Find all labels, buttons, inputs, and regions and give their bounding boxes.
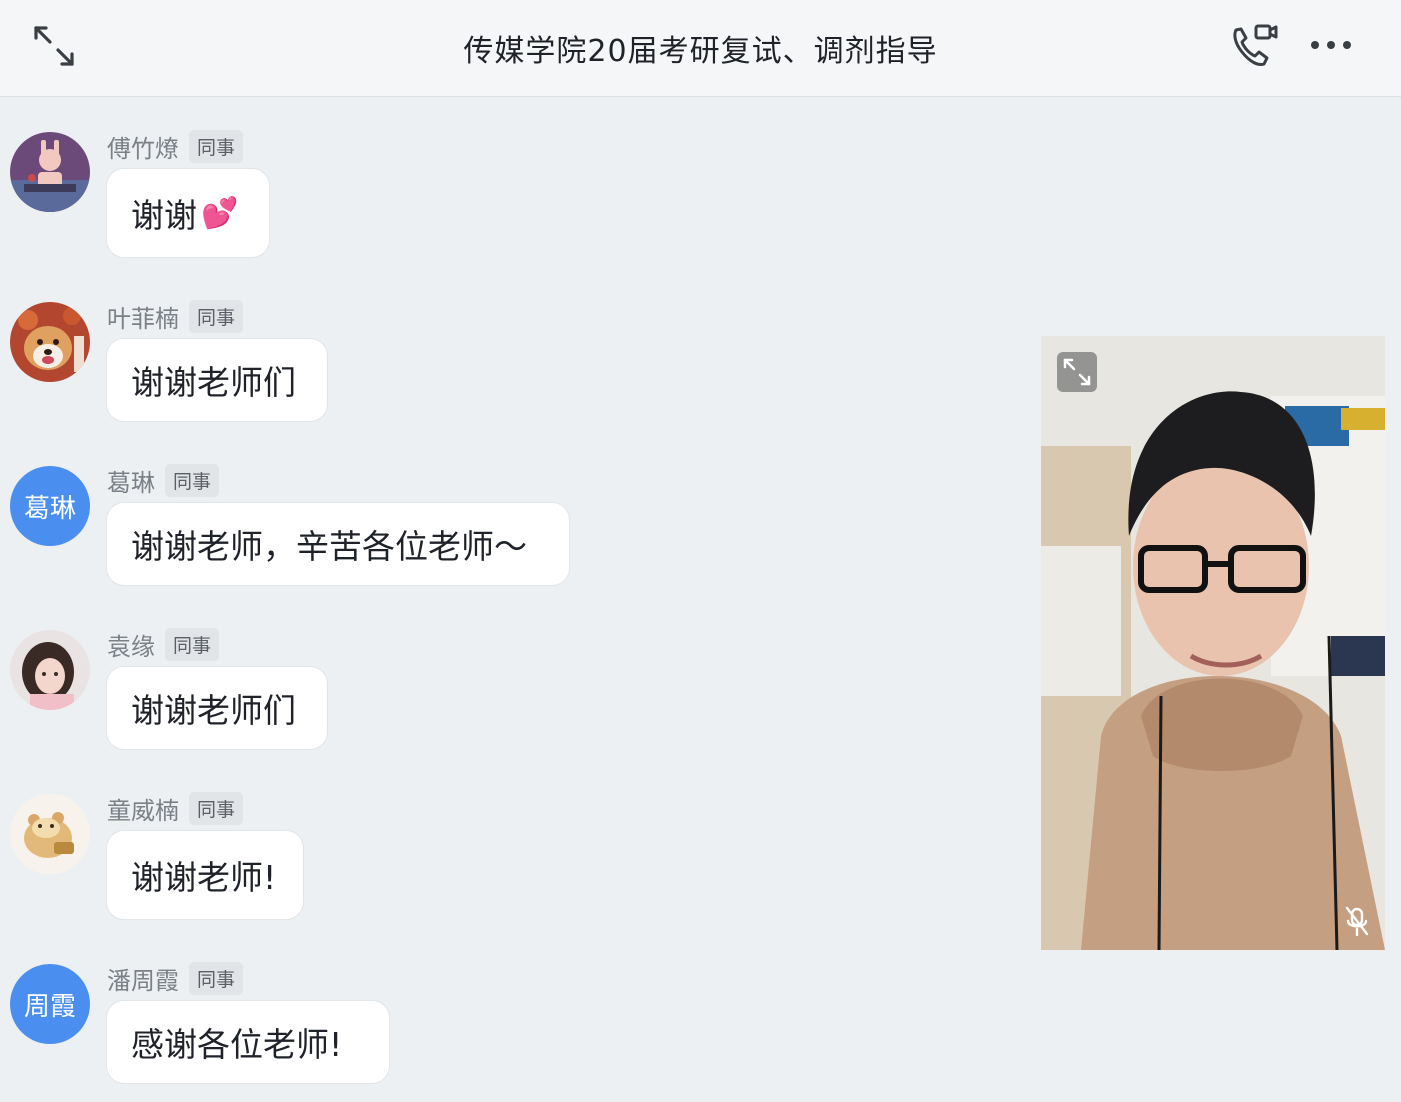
colleague-tag: 同事 xyxy=(165,463,220,497)
colleague-tag: 同事 xyxy=(189,299,244,333)
colleague-tag: 同事 xyxy=(189,129,244,163)
hamster-avatar[interactable] xyxy=(10,794,90,874)
message-text: 谢谢 xyxy=(131,196,197,235)
hearts-emoji: 💕 xyxy=(201,195,239,231)
chat-title: 传媒学院20届考研复试、调剂指导 xyxy=(463,34,938,69)
message-bubble[interactable]: 谢谢 💕 xyxy=(106,168,270,258)
dog-avatar[interactable] xyxy=(10,302,90,382)
chat-header: 传媒学院20届考研复试、调剂指导 xyxy=(0,0,1401,97)
mic-status xyxy=(1345,906,1369,938)
phone-video-call-icon xyxy=(1233,24,1278,66)
text-avatar[interactable]: 周霞 xyxy=(10,964,90,1044)
colleague-tag: 同事 xyxy=(165,627,220,661)
video-expand-button[interactable] xyxy=(1057,352,1097,392)
avatar-text: 葛琳 xyxy=(23,493,76,524)
sender-name: 傅竹燎 xyxy=(107,134,179,163)
message-bubble[interactable]: 谢谢老师! xyxy=(106,830,304,920)
message-text: 谢谢老师们 xyxy=(131,691,296,730)
colleague-tag: 同事 xyxy=(189,961,244,995)
message-text: 谢谢老师! xyxy=(131,858,277,897)
message-bubble[interactable]: 谢谢老师们 xyxy=(106,666,328,750)
avatar-text: 周霞 xyxy=(23,991,76,1022)
mic-muted-icon xyxy=(1345,906,1369,937)
illustration-avatar[interactable] xyxy=(10,132,90,212)
message-text: 谢谢老师，辛苦各位老师～ xyxy=(131,527,527,566)
video-call-button[interactable] xyxy=(1226,20,1282,72)
sender-name: 袁缘 xyxy=(107,632,155,661)
text-avatar[interactable]: 葛琳 xyxy=(10,466,90,546)
message-text: 谢谢老师们 xyxy=(131,363,296,402)
sender-name: 叶菲楠 xyxy=(107,304,179,333)
message-bubble[interactable]: 谢谢老师们 xyxy=(106,338,328,422)
video-call-window[interactable] xyxy=(1041,336,1385,950)
sender-name: 葛琳 xyxy=(107,468,155,497)
expand-arrows-icon xyxy=(1063,358,1091,386)
message-bubble[interactable]: 谢谢老师，辛苦各位老师～ xyxy=(106,502,570,586)
more-options-button[interactable] xyxy=(1306,30,1356,60)
sender-name: 潘周霞 xyxy=(107,966,179,995)
more-dots-icon xyxy=(1311,41,1351,49)
girl-photo-avatar[interactable] xyxy=(10,630,90,710)
sender-name: 童威楠 xyxy=(107,796,179,825)
message-text: 感谢各位老师! xyxy=(131,1025,343,1064)
message-bubble[interactable]: 感谢各位老师! xyxy=(106,1000,390,1084)
video-feed xyxy=(1041,336,1385,950)
colleague-tag: 同事 xyxy=(189,791,244,825)
